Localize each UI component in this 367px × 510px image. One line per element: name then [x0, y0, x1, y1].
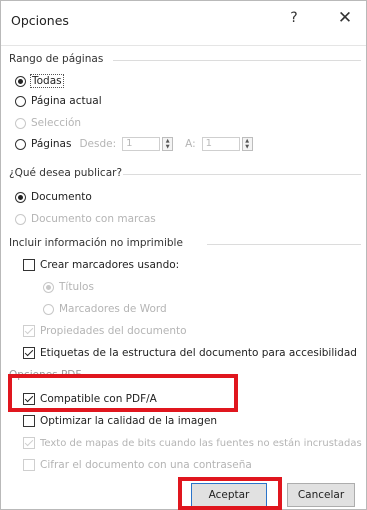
- help-button[interactable]: ?: [287, 10, 301, 26]
- checkbox[interactable]: [23, 415, 35, 427]
- page-range-group-title: Rango de páginas: [9, 53, 104, 65]
- radio-document-label: Documento: [31, 191, 92, 203]
- radio-button: [15, 117, 26, 129]
- checkbox-structure-tags-label: Etiquetas de la estructura del documento…: [40, 347, 357, 359]
- radio-button: [43, 303, 54, 315]
- radio-word-bookmarks-label: Marcadores de Word: [59, 303, 167, 315]
- checkbox-create-bookmarks[interactable]: Crear marcadores usando:: [23, 259, 179, 271]
- radio-selection-label: Selección: [31, 117, 82, 129]
- group-divider: [123, 174, 361, 175]
- radio-pages-label: Páginas: [31, 138, 72, 150]
- from-input: 1: [122, 137, 161, 151]
- radio-headings-label: Títulos: [59, 281, 94, 293]
- radio-document[interactable]: Documento: [15, 191, 92, 203]
- radio-button[interactable]: [15, 75, 26, 87]
- checkbox-doc-properties: Propiedades del documento: [23, 325, 187, 337]
- nonprint-group-title: Incluir información no imprimible: [9, 237, 183, 249]
- cancel-button[interactable]: Cancelar: [287, 483, 355, 507]
- title-divider: [1, 45, 366, 46]
- checkbox-bitmap-text-label: Texto de mapas de bits cuando las fuente…: [40, 437, 362, 449]
- radio-selection: Selección: [15, 117, 81, 129]
- radio-button[interactable]: [15, 191, 26, 203]
- radio-all-pages[interactable]: Todas: [15, 74, 64, 88]
- radio-button[interactable]: [15, 95, 26, 107]
- from-spin-buttons: ▲ ▼: [162, 137, 174, 151]
- radio-current-label: Página actual: [31, 95, 102, 107]
- radio-button: [15, 213, 26, 225]
- radio-pages[interactable]: Páginas Desde: 1 ▲ ▼ A: 1 ▲ ▼: [15, 137, 253, 151]
- options-dialog: Opciones ? ✕ Rango de páginas Todas Pági…: [0, 0, 367, 510]
- close-button[interactable]: ✕: [337, 8, 353, 28]
- checkbox: [23, 437, 35, 449]
- radio-all-label: Todas: [30, 74, 64, 88]
- checkbox[interactable]: [23, 347, 35, 359]
- checkbox-doc-properties-label: Propiedades del documento: [40, 325, 187, 337]
- checkbox[interactable]: [23, 259, 35, 271]
- to-spinner: 1 ▲ ▼: [201, 137, 253, 151]
- radio-current-page[interactable]: Página actual: [15, 95, 102, 107]
- spin-down-icon: ▼: [245, 144, 250, 150]
- group-divider: [113, 60, 361, 61]
- to-label: A:: [185, 138, 196, 150]
- title-bar: Opciones ? ✕: [1, 1, 366, 39]
- radio-document-markup-label: Documento con marcas: [31, 213, 156, 225]
- to-spin-buttons: ▲ ▼: [241, 137, 253, 151]
- highlight-accept: [178, 477, 282, 510]
- publish-group-title: ¿Qué desea publicar?: [9, 167, 123, 179]
- checkbox-optimize[interactable]: Optimizar la calidad de la imagen: [23, 415, 217, 427]
- checkbox: [23, 325, 35, 337]
- checkbox-encrypt: Cifrar el documento con una contraseña: [23, 459, 252, 471]
- radio-document-markup: Documento con marcas: [15, 213, 156, 225]
- to-input: 1: [201, 137, 240, 151]
- spin-down-icon: ▼: [165, 144, 170, 150]
- radio-button[interactable]: [15, 138, 26, 150]
- from-spinner: 1 ▲ ▼: [122, 137, 174, 151]
- checkbox-optimize-label: Optimizar la calidad de la imagen: [40, 415, 218, 427]
- radio-word-bookmarks: Marcadores de Word: [43, 303, 167, 315]
- dialog-title: Opciones: [11, 13, 69, 28]
- radio-button: [43, 281, 54, 293]
- checkbox-structure-tags[interactable]: Etiquetas de la estructura del documento…: [23, 347, 357, 359]
- checkbox-create-bookmarks-label: Crear marcadores usando:: [40, 259, 180, 271]
- checkbox: [23, 459, 35, 471]
- highlight-pdfa: [8, 374, 238, 412]
- checkbox-encrypt-label: Cifrar el documento con una contraseña: [40, 459, 252, 471]
- checkbox-bitmap-text: Texto de mapas de bits cuando las fuente…: [23, 437, 362, 449]
- from-label: Desde:: [79, 138, 117, 150]
- group-divider: [207, 244, 361, 245]
- radio-headings: Títulos: [43, 281, 94, 293]
